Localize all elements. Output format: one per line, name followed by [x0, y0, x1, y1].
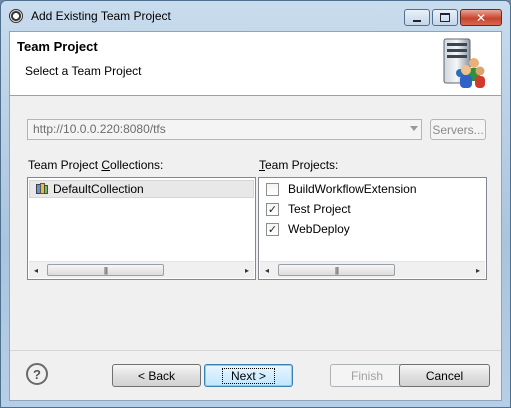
team-server-icon: [443, 38, 485, 88]
footer-divider: [10, 350, 501, 351]
scroll-left-icon[interactable]: ◂: [34, 266, 38, 275]
finish-button[interactable]: Finish: [330, 364, 404, 387]
chevron-down-icon[interactable]: [410, 126, 418, 131]
collection-icon: [36, 183, 48, 195]
collections-list[interactable]: DefaultCollection ◂ ||| ▸: [27, 177, 256, 280]
servers-button[interactable]: Servers...: [430, 119, 486, 140]
close-button[interactable]: ✕: [460, 9, 502, 26]
close-icon: ✕: [475, 10, 487, 25]
list-item-webdeploy[interactable]: ✓ WebDeploy: [266, 220, 350, 238]
server-url-combo[interactable]: http://10.0.0.220:8080/tfs: [27, 119, 422, 140]
wizard-banner: Team Project Select a Team Project: [10, 32, 501, 96]
checkbox-checked-icon[interactable]: ✓: [266, 202, 279, 216]
cancel-button-label: Cancel: [425, 368, 464, 383]
dialog-client-area: Team Project Select a Team Project http:…: [9, 31, 502, 401]
maximize-icon: [440, 13, 450, 22]
scroll-thumb[interactable]: |||: [278, 264, 395, 276]
scroll-left-icon[interactable]: ◂: [265, 266, 269, 275]
dialog-window: Add Existing Team Project ✕ Team Project…: [0, 0, 511, 408]
minimize-icon: [413, 19, 421, 22]
list-item-buildworkflowextension[interactable]: BuildWorkflowExtension: [266, 180, 417, 198]
checkbox-checked-icon[interactable]: ✓: [266, 222, 279, 236]
scroll-thumb[interactable]: |||: [47, 264, 164, 276]
horizontal-scrollbar[interactable]: ◂ ||| ▸: [260, 261, 485, 278]
back-button[interactable]: < Back: [112, 364, 201, 387]
list-item-label: Test Project: [288, 202, 351, 216]
back-button-label: < Back: [137, 368, 176, 383]
projects-list[interactable]: BuildWorkflowExtension ✓ Test Project ✓ …: [258, 177, 487, 280]
list-item-label: WebDeploy: [288, 222, 350, 236]
scroll-right-icon[interactable]: ▸: [245, 266, 249, 275]
eclipse-app-icon: [9, 9, 23, 23]
projects-label-mnemonic: T: [259, 158, 265, 172]
next-button-label: Next >: [221, 367, 275, 384]
projects-label: Team Projects:: [259, 158, 339, 172]
horizontal-scrollbar[interactable]: ◂ ||| ▸: [29, 261, 254, 278]
page-subtitle: Select a Team Project: [25, 64, 142, 78]
title-bar[interactable]: Add Existing Team Project ✕: [1, 1, 510, 31]
page-title: Team Project: [17, 39, 98, 54]
collections-label: Team Project Collections:: [28, 158, 164, 172]
server-url-value: http://10.0.0.220:8080/tfs: [33, 122, 166, 136]
checkbox-unchecked[interactable]: [266, 182, 279, 196]
next-button[interactable]: Next >: [204, 364, 293, 387]
list-item-test-project[interactable]: ✓ Test Project: [266, 200, 351, 218]
list-item-label: BuildWorkflowExtension: [288, 182, 417, 196]
cancel-button[interactable]: Cancel: [399, 364, 490, 387]
scroll-right-icon[interactable]: ▸: [476, 266, 480, 275]
finish-button-label: Finish: [350, 368, 383, 383]
help-icon[interactable]: ?: [26, 363, 48, 385]
minimize-button[interactable]: [404, 9, 430, 26]
list-item-defaultcollection[interactable]: DefaultCollection: [29, 180, 254, 198]
collections-label-mnemonic: C: [101, 158, 111, 172]
window-title: Add Existing Team Project: [31, 9, 171, 23]
maximize-button[interactable]: [432, 9, 458, 26]
list-item-label: DefaultCollection: [53, 182, 144, 196]
